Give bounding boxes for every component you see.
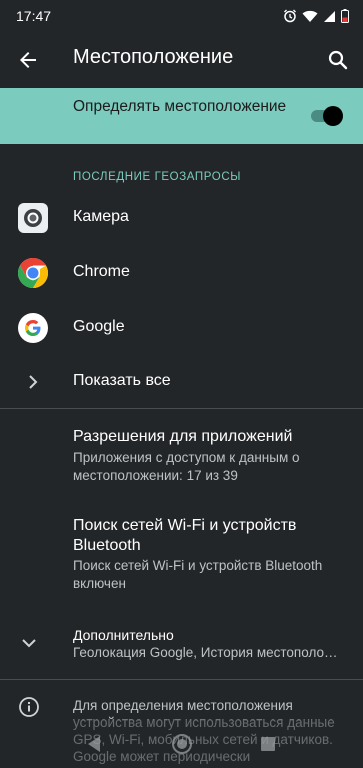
toggle-thumb (323, 106, 343, 126)
signal-icon (323, 10, 336, 23)
chevron-right-icon (29, 375, 38, 389)
nav-back-icon[interactable] (83, 732, 107, 756)
recent-item-camera[interactable]: Камера (0, 191, 363, 245)
location-settings-screen: 17:47 Местоположение Определять местопол… (0, 0, 363, 768)
system-navigation-bar (0, 720, 363, 768)
wifi-bluetooth-scanning-row[interactable]: Поиск сетей Wi-Fi и устройств Bluetooth … (0, 505, 363, 603)
status-bar: 17:47 (0, 0, 363, 32)
chevron-down-icon (22, 639, 36, 648)
google-app-icon (18, 313, 48, 343)
search-icon[interactable] (326, 48, 350, 72)
pref-summary: Поиск сетей Wi-Fi и устройств Bluetooth … (73, 558, 323, 591)
status-time: 17:47 (16, 8, 52, 24)
location-toggle[interactable] (309, 105, 345, 127)
battery-icon (341, 9, 349, 23)
status-icons (283, 9, 349, 23)
pref-title: Разрешения для приложений (73, 428, 293, 445)
alarm-icon (283, 9, 297, 23)
recent-item-label: Google (73, 318, 125, 335)
back-arrow-icon[interactable] (16, 48, 40, 72)
show-all-row[interactable]: Показать все (0, 355, 363, 409)
wifi-icon (302, 10, 318, 23)
recent-item-chrome[interactable]: Chrome (0, 246, 363, 300)
nav-recents-icon[interactable] (256, 732, 280, 756)
page-title: Местоположение (73, 46, 234, 68)
pref-summary: Приложения с доступом к данным о местопо… (73, 450, 300, 483)
app-permissions-row[interactable]: Разрешения для приложений Приложения с д… (0, 418, 363, 498)
pref-title: Дополнительно (73, 627, 174, 643)
recent-item-google[interactable]: Google (0, 301, 363, 355)
location-switch-label: Определять местоположение (73, 98, 287, 115)
advanced-row[interactable]: Дополнительно Геолокация Google, История… (0, 613, 363, 671)
section-divider (0, 408, 363, 409)
recent-item-label: Камера (73, 208, 129, 225)
section-divider (0, 679, 363, 680)
recent-item-label: Chrome (73, 263, 130, 280)
chrome-app-icon (17, 258, 49, 288)
nav-home-icon[interactable] (170, 732, 194, 756)
pref-summary: Геолокация Google, История местополо… (73, 645, 338, 660)
recent-requests-header: ПОСЛЕДНИЕ ГЕОЗАПРОСЫ (73, 171, 242, 183)
show-all-label: Показать все (73, 372, 171, 389)
info-icon (19, 697, 39, 717)
pref-title: Поиск сетей Wi-Fi и устройств Bluetooth (73, 517, 297, 554)
app-bar: Местоположение (0, 32, 363, 88)
camera-app-icon (18, 203, 48, 233)
